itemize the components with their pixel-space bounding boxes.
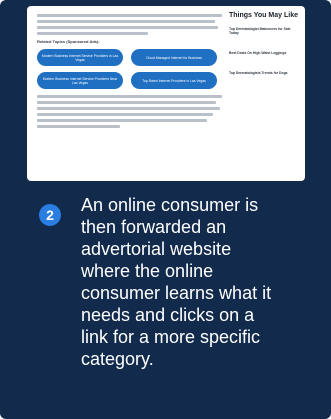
text-line xyxy=(37,26,219,29)
text-line xyxy=(37,119,208,122)
step-description: An online consumer is then forwarded an … xyxy=(81,195,272,369)
text-line xyxy=(37,32,148,35)
article-body: Related Topics (Sponsored Ads): Modern B… xyxy=(37,14,222,131)
ad-topic-pill[interactable]: Modern Business Internet Service Provide… xyxy=(37,72,123,89)
text-line xyxy=(37,113,213,116)
step-number-badge: 2 xyxy=(39,204,61,226)
ad-topic-pill[interactable]: Cloud Managed Internet for Business xyxy=(131,49,217,66)
related-topics-heading: Related Topics (Sponsored Ads): xyxy=(37,39,100,44)
pill-row: Modern Business Internet Service Provide… xyxy=(37,49,222,66)
sidebar-link[interactable]: Top Dermatologist Makeovers for Sale Tod… xyxy=(229,27,299,35)
ad-topic-pill[interactable]: Modern Business Internet Service Provide… xyxy=(37,49,123,66)
text-line xyxy=(37,20,215,23)
text-line xyxy=(37,14,222,17)
sidebar-link[interactable]: Top Dermatologists Trends for Dogs xyxy=(229,71,299,75)
text-line xyxy=(37,125,121,128)
step-card: Related Topics (Sponsored Ads): Modern B… xyxy=(0,0,331,419)
ad-topic-pill[interactable]: Top-Rated Internet Providers in Las Vega… xyxy=(131,72,217,89)
sidebar-title: Things You May Like xyxy=(229,12,298,19)
text-line xyxy=(37,95,222,98)
text-line xyxy=(37,107,221,110)
article-sidebar: Things You May Like Top Dermatologist Ma… xyxy=(229,12,299,91)
pill-row: Modern Business Internet Service Provide… xyxy=(37,72,222,89)
sidebar-link[interactable]: Best Deals On High Waist Leggings xyxy=(229,51,299,55)
text-line xyxy=(37,101,217,104)
advertorial-screenshot: Related Topics (Sponsored Ads): Modern B… xyxy=(27,6,305,181)
